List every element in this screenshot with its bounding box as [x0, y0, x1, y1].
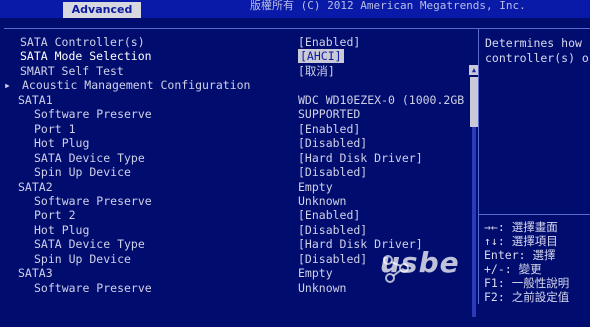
setting-label: Software Preserve	[34, 107, 152, 122]
settings-row[interactable]: SATA2 Empty	[4, 180, 464, 194]
setting-value: Unknown	[298, 193, 347, 208]
key-help: →←: 選擇畫面 ↑↓: 選擇項目 Enter: 選擇 +/-: 變更 F1: …	[478, 214, 590, 304]
setting-label: Hot Plug	[34, 222, 90, 237]
setting-value[interactable]: [Enabled]	[298, 35, 360, 49]
setting-label: SMART Self Test	[20, 63, 124, 78]
settings-row[interactable]: SATA Device Type [Hard Disk Driver]	[4, 151, 464, 165]
setting-label: SATA3	[18, 266, 53, 281]
settings-row[interactable]: SATA Controller(s) [Enabled]	[4, 35, 464, 49]
setting-value[interactable]: [Disabled]	[298, 223, 367, 237]
setting-label: Acoustic Management Configuration	[22, 78, 251, 93]
setting-label: Port 2	[34, 208, 76, 223]
settings-row[interactable]: ▸ Acoustic Management Configuration	[4, 78, 464, 92]
setting-value[interactable]: [Disabled]	[298, 252, 367, 266]
watermark: usbe	[380, 246, 460, 279]
settings-row[interactable]: SATA Mode Selection [AHCI]	[4, 49, 464, 64]
setting-value[interactable]: [Enabled]	[298, 208, 360, 222]
settings-row[interactable]: Port 1 [Enabled]	[4, 122, 464, 136]
setting-value: Empty	[298, 266, 333, 281]
setting-label: Hot Plug	[34, 136, 90, 151]
setting-label: Software Preserve	[34, 280, 152, 295]
settings-row[interactable]: Port 2 [Enabled]	[4, 208, 464, 222]
settings-row[interactable]: Software Preserve Unknown	[4, 194, 464, 208]
key-help-f2: F2: 之前設定值	[484, 290, 570, 304]
setting-label: Software Preserve	[34, 193, 152, 208]
setting-value[interactable]: [Disabled]	[298, 165, 367, 179]
setting-value: Unknown	[298, 280, 347, 295]
setting-label: SATA2	[18, 179, 53, 194]
setting-label: SATA Mode Selection	[20, 49, 152, 64]
settings-row[interactable]: Hot Plug [Disabled]	[4, 223, 464, 237]
setting-label: Spin Up Device	[34, 165, 131, 180]
scroll-thumb[interactable]	[470, 77, 478, 127]
setting-value[interactable]: [Disabled]	[298, 136, 367, 150]
help-line-1: Determines how	[485, 36, 582, 50]
setting-value[interactable]: [取消]	[298, 64, 335, 78]
setting-label: SATA1	[18, 92, 53, 107]
copyright-text: 版權所有 (C) 2012 American Megatrends, Inc.	[250, 0, 526, 12]
setting-label: SATA Controller(s)	[20, 35, 145, 49]
setting-label: SATA Device Type	[34, 237, 145, 252]
settings-row[interactable]: Spin Up Device [Disabled]	[4, 165, 464, 179]
setting-label: Port 1	[34, 121, 76, 136]
settings-row[interactable]: SATA1 WDC WD10EZEX-0 (1000.2GB	[4, 93, 464, 107]
tab-advanced[interactable]: Advanced	[63, 2, 141, 18]
setting-value[interactable]: [Hard Disk Driver]	[298, 151, 423, 165]
settings-row[interactable]: Software Preserve SUPPORTED	[4, 107, 464, 121]
settings-row[interactable]: Hot Plug [Disabled]	[4, 136, 464, 150]
setting-value[interactable]: [AHCI]	[298, 49, 344, 64]
setting-value: SUPPORTED	[298, 107, 361, 122]
help-line-2: controller(s) o	[485, 51, 589, 65]
setting-label: SATA Device Type	[34, 150, 145, 165]
setting-label: Spin Up Device	[34, 251, 131, 266]
submenu-arrow-icon: ▸	[4, 78, 11, 93]
setting-value: WDC WD10EZEX-0 (1000.2GB	[298, 92, 465, 107]
setting-value[interactable]: [Enabled]	[298, 122, 360, 136]
settings-row[interactable]: SMART Self Test [取消]	[4, 64, 464, 78]
setting-value: Empty	[298, 179, 333, 194]
